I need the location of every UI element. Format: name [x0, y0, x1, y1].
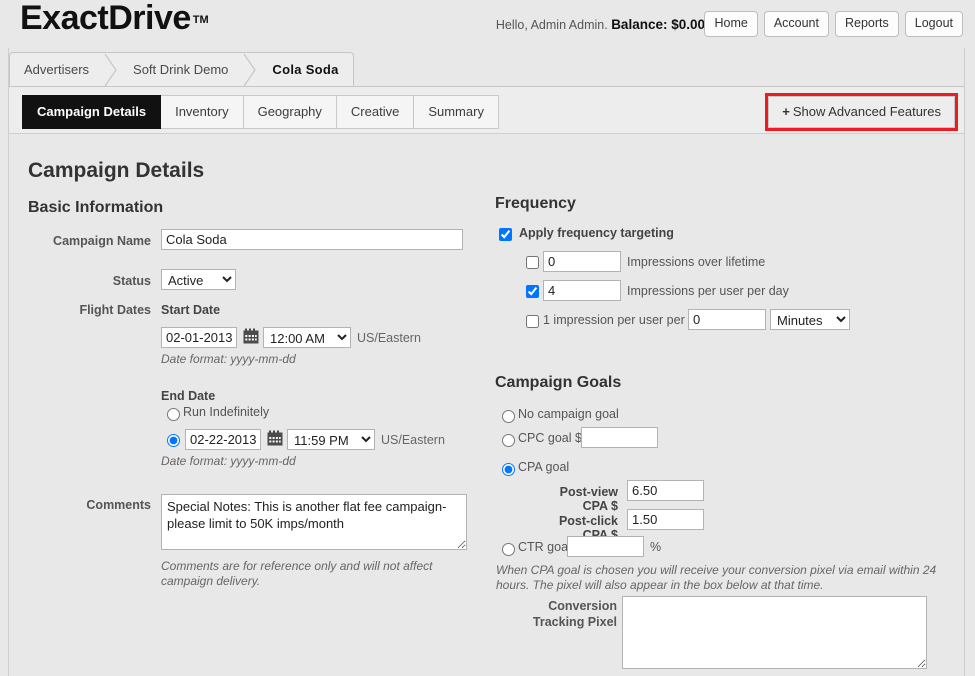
breadcrumb-item-cola-soda[interactable]: Cola Soda — [258, 53, 352, 87]
cpa-goal-note: When CPA goal is chosen you will receive… — [496, 563, 937, 592]
end-date-radio[interactable] — [167, 434, 180, 447]
tab-inventory[interactable]: Inventory — [161, 95, 244, 129]
flight-dates-label: Flight Dates — [79, 303, 151, 317]
basic-information-heading: Basic Information — [28, 199, 164, 216]
comments-hint: Comments are for reference only and will… — [161, 559, 433, 588]
start-time-select[interactable]: 12:00 AM — [263, 327, 351, 348]
end-date-heading: End Date — [161, 389, 216, 403]
page-root: ExactDrive TM Hello, Admin Admin. Balance… — [0, 0, 975, 676]
breadcrumb-item-advertisers[interactable]: Advertisers — [10, 53, 103, 87]
breadcrumb-label: Advertisers — [24, 62, 90, 77]
show-advanced-features-button[interactable]: + Show Advanced Features — [768, 96, 955, 128]
one-impression-per-user-label: 1 impression per user per — [543, 313, 685, 327]
campaign-goals-heading: Campaign Goals — [495, 374, 622, 391]
balance-text: Balance: $0.00 — [611, 17, 705, 32]
calendar-icon[interactable] — [267, 430, 283, 446]
app-logo: ExactDrive TM — [20, 0, 209, 38]
comments-label: Comments — [86, 498, 151, 512]
ctr-percent-label: % — [650, 540, 662, 554]
cpc-goal-radio[interactable] — [502, 434, 515, 447]
end-date-input[interactable] — [185, 429, 261, 450]
ctr-goal-input[interactable] — [567, 536, 644, 557]
breadcrumb-label: Soft Drink Demo — [133, 62, 229, 77]
start-timezone-label: US/Eastern — [357, 331, 421, 345]
start-date-format-hint: Date format: yyyy-mm-dd — [161, 352, 296, 366]
tab-geography[interactable]: Geography — [243, 95, 337, 129]
start-date-input[interactable] — [161, 327, 237, 348]
start-date-heading: Start Date — [161, 303, 221, 317]
one-impression-unit-select[interactable]: Minutes — [770, 309, 850, 330]
reports-button[interactable]: Reports — [834, 11, 899, 37]
end-date-format-hint: Date format: yyyy-mm-dd — [161, 454, 296, 468]
status-label: Status — [112, 274, 151, 288]
post-view-cpa-label: Post-view CPA $ — [559, 485, 618, 513]
cpa-goal-radio[interactable] — [502, 463, 515, 476]
show-advanced-features-highlight: + Show Advanced Features — [765, 93, 958, 131]
end-time-select[interactable]: 11:59 PM — [287, 429, 375, 450]
tab-list: Campaign Details Inventory Geography Cre… — [22, 95, 499, 129]
calendar-icon[interactable] — [243, 328, 259, 344]
post-view-cpa-input[interactable] — [627, 480, 704, 501]
header-nav-buttons: Home Account Reports Logout — [704, 11, 963, 37]
impressions-per-day-checkbox[interactable] — [526, 285, 539, 298]
ctr-goal-radio[interactable] — [502, 543, 515, 556]
breadcrumb-item-soft-drink-demo[interactable]: Soft Drink Demo — [119, 53, 242, 87]
conversion-tracking-pixel-textarea[interactable] — [622, 596, 927, 669]
breadcrumb: Advertisers Soft Drink Demo Cola Soda — [9, 52, 354, 86]
breadcrumb-box: Advertisers Soft Drink Demo Cola Soda — [9, 52, 354, 86]
no-campaign-goal-radio[interactable] — [502, 410, 515, 423]
campaign-name-input[interactable] — [161, 229, 463, 250]
run-indefinitely-radio[interactable] — [167, 408, 180, 421]
breadcrumb-label: Cola Soda — [272, 62, 339, 77]
account-button[interactable]: Account — [763, 11, 829, 37]
cpc-goal-input[interactable] — [581, 427, 658, 448]
greeting-text: Hello, Admin Admin. — [495, 18, 608, 32]
conversion-pixel-label-line1: Conversion — [548, 599, 617, 613]
ctr-goal-label: CTR goal — [518, 540, 571, 554]
tab-bar: Campaign Details Inventory Geography Cre… — [9, 86, 964, 134]
tab-creative[interactable]: Creative — [336, 95, 415, 129]
one-impression-per-user-checkbox[interactable] — [526, 315, 539, 328]
run-indefinitely-label: Run Indefinitely — [183, 405, 270, 419]
impressions-per-day-input[interactable] — [543, 280, 621, 301]
end-timezone-label: US/Eastern — [381, 433, 445, 447]
impressions-lifetime-checkbox[interactable] — [526, 256, 539, 269]
campaign-name-label: Campaign Name — [53, 234, 151, 248]
impressions-per-day-label: Impressions per user per day — [627, 284, 789, 298]
account-summary: Hello, Admin Admin. Balance: $0.00 — [496, 17, 705, 32]
home-button[interactable]: Home — [704, 11, 758, 37]
logo-text: ExactDrive — [20, 0, 191, 37]
cpa-goal-label: CPA goal — [518, 460, 570, 474]
cpc-goal-label: CPC goal $ — [518, 431, 582, 445]
impressions-lifetime-label: Impressions over lifetime — [627, 255, 766, 269]
status-select[interactable]: Active — [161, 269, 236, 290]
logout-button[interactable]: Logout — [904, 11, 963, 37]
conversion-pixel-label-line2: Tracking Pixel — [532, 615, 617, 629]
trademark-mark: TM — [192, 14, 209, 26]
tab-summary[interactable]: Summary — [414, 95, 499, 129]
show-advanced-features-label: Show Advanced Features — [792, 104, 941, 119]
chevron-right-icon — [103, 53, 119, 87]
one-impression-period-input[interactable] — [688, 309, 766, 330]
chevron-right-icon — [242, 53, 258, 87]
page-title: Campaign Details — [28, 159, 205, 182]
tab-campaign-details[interactable]: Campaign Details — [22, 95, 162, 129]
app-header: ExactDrive TM Hello, Admin Admin. Balance… — [0, 0, 975, 72]
plus-icon: + — [782, 104, 790, 119]
frequency-heading: Frequency — [495, 195, 576, 212]
impressions-lifetime-input[interactable] — [543, 251, 621, 272]
post-click-cpa-input[interactable] — [627, 509, 704, 530]
no-campaign-goal-label: No campaign goal — [518, 407, 619, 421]
apply-frequency-targeting-label: Apply frequency targeting — [519, 226, 674, 240]
comments-textarea[interactable]: Special Notes: This is another flat fee … — [161, 494, 467, 550]
apply-frequency-targeting-checkbox[interactable] — [499, 228, 512, 241]
